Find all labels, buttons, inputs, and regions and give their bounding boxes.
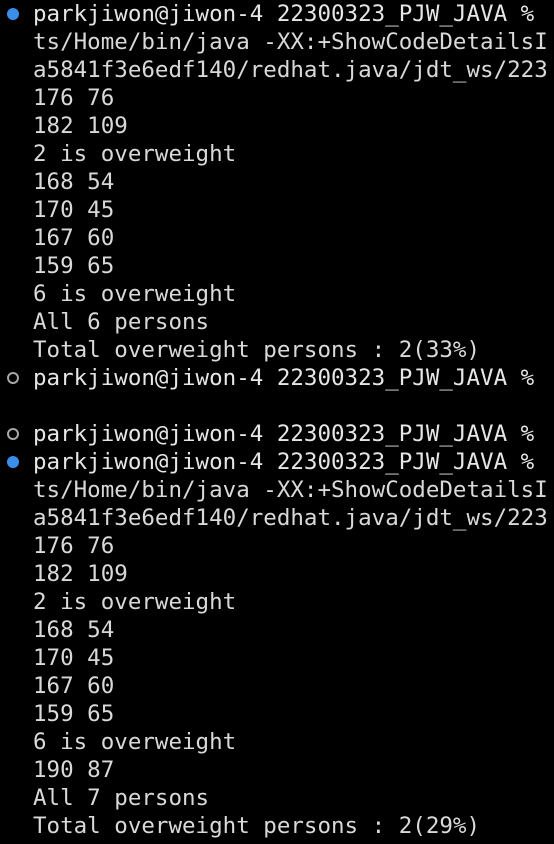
output-text: All 6 persons — [33, 309, 210, 335]
output-line: 190 87 — [0, 756, 554, 784]
output-line: Total overweight persons : 2(33%) — [0, 336, 554, 364]
output-line: a5841f3e6edf140/redhat.java/jdt_ws/223 — [0, 504, 554, 532]
output-line: Total overweight persons : 2(29%) — [0, 812, 554, 840]
output-text: ts/Home/bin/java -XX:+ShowCodeDetailsI — [33, 29, 548, 55]
output-line: 6 is overweight — [0, 728, 554, 756]
output-text: 2 is overweight — [33, 589, 237, 615]
output-line: 182 109 — [0, 560, 554, 588]
output-text: 170 45 — [33, 645, 115, 671]
output-line: 2 is overweight — [0, 140, 554, 168]
output-text: 6 is overweight — [33, 281, 237, 307]
output-line: 6 is overweight — [0, 280, 554, 308]
command-marker-icon[interactable] — [7, 428, 19, 440]
output-line: 168 54 — [0, 168, 554, 196]
output-text: 182 109 — [33, 113, 128, 139]
output-text: 170 45 — [33, 197, 115, 223]
output-text: ts/Home/bin/java -XX:+ShowCodeDetailsI — [33, 477, 548, 503]
prompt-text: parkjiwon@jiwon-4 22300323_PJW_JAVA % — [33, 365, 548, 391]
prompt-text: parkjiwon@jiwon-4 22300323_PJW_JAVA % — [33, 449, 548, 475]
output-text: a5841f3e6edf140/redhat.java/jdt_ws/223 — [33, 57, 548, 83]
output-line: ts/Home/bin/java -XX:+ShowCodeDetailsI — [0, 476, 554, 504]
output-line: 167 60 — [0, 672, 554, 700]
output-line: 176 76 — [0, 84, 554, 112]
prompt-text: parkjiwon@jiwon-4 22300323_PJW_JAVA % — [33, 421, 548, 447]
output-text: a5841f3e6edf140/redhat.java/jdt_ws/223 — [33, 505, 548, 531]
output-text: 182 109 — [33, 561, 128, 587]
output-text: 176 76 — [33, 533, 115, 559]
output-text: 167 60 — [33, 225, 115, 251]
output-line: 159 65 — [0, 700, 554, 728]
output-text: 2 is overweight — [33, 141, 237, 167]
prompt-line: parkjiwon@jiwon-4 22300323_PJW_JAVA % — [0, 364, 554, 392]
command-success-marker-icon[interactable] — [7, 456, 19, 468]
output-text: 159 65 — [33, 253, 115, 279]
output-line: ts/Home/bin/java -XX:+ShowCodeDetailsI — [0, 28, 554, 56]
prompt-line: parkjiwon@jiwon-4 22300323_PJW_JAVA % — [0, 448, 554, 476]
output-line: All 7 persons — [0, 784, 554, 812]
output-text: 168 54 — [33, 169, 115, 195]
output-text: All 7 persons — [33, 785, 210, 811]
output-line: 167 60 — [0, 224, 554, 252]
prompt-line: parkjiwon@jiwon-4 22300323_PJW_JAVA % — [0, 0, 554, 28]
output-line: 2 is overweight — [0, 588, 554, 616]
output-line: 170 45 — [0, 196, 554, 224]
output-line: 176 76 — [0, 532, 554, 560]
command-marker-icon[interactable] — [7, 372, 19, 384]
output-line: a5841f3e6edf140/redhat.java/jdt_ws/223 — [0, 56, 554, 84]
prompt-text: parkjiwon@jiwon-4 22300323_PJW_JAVA % — [33, 1, 548, 27]
output-text: 176 76 — [33, 85, 115, 111]
prompt-line: parkjiwon@jiwon-4 — [0, 840, 554, 844]
output-text: Total overweight persons : 2(29%) — [33, 813, 481, 839]
output-line: 168 54 — [0, 616, 554, 644]
output-text: 168 54 — [33, 617, 115, 643]
output-line: 182 109 — [0, 112, 554, 140]
output-line: All 6 persons — [0, 308, 554, 336]
output-text: 190 87 — [33, 757, 115, 783]
terminal-output[interactable]: parkjiwon@jiwon-4 22300323_PJW_JAVA % ts… — [0, 0, 554, 844]
output-line: 170 45 — [0, 644, 554, 672]
output-text: 167 60 — [33, 673, 115, 699]
output-text: 159 65 — [33, 701, 115, 727]
output-line: 159 65 — [0, 252, 554, 280]
output-text: Total overweight persons : 2(33%) — [33, 337, 481, 363]
prompt-line: parkjiwon@jiwon-4 22300323_PJW_JAVA % — [0, 420, 554, 448]
output-text: 6 is overweight — [33, 729, 237, 755]
command-success-marker-icon[interactable] — [7, 8, 19, 20]
